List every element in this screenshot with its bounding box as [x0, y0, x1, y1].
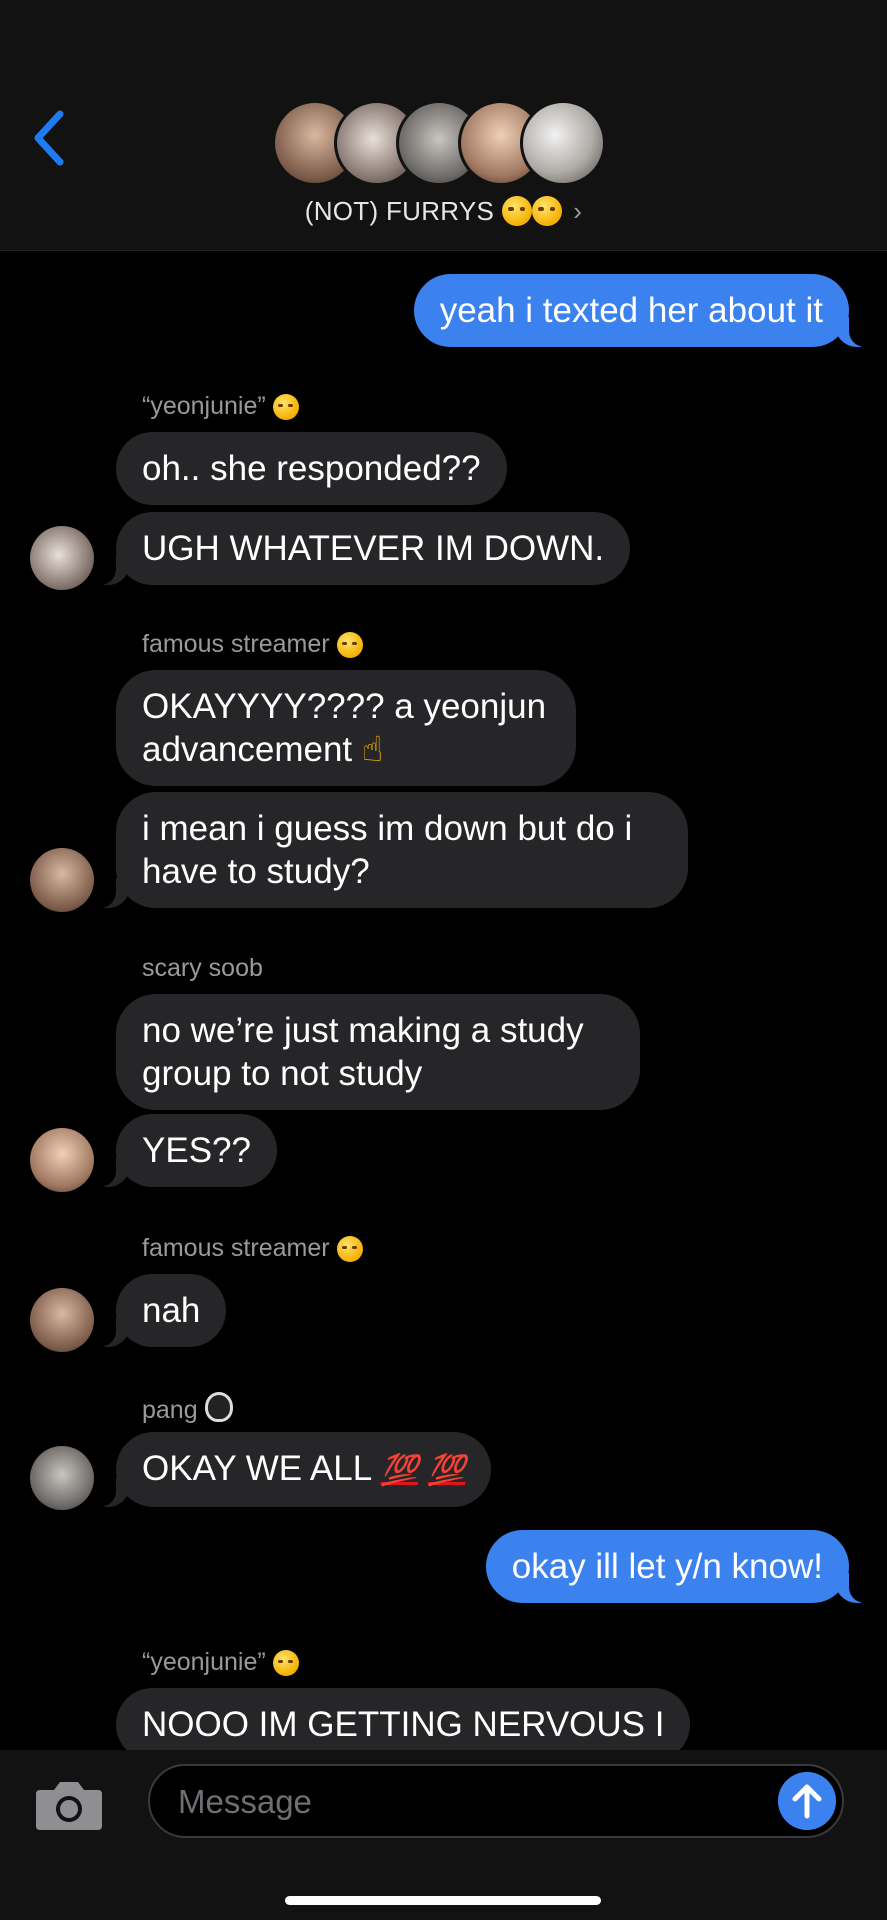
incoming-message[interactable]: YES?? — [94, 1114, 277, 1187]
sender-name: “yeonjunie” — [142, 392, 299, 421]
chevron-right-icon: › — [573, 196, 583, 226]
incoming-message[interactable]: OKAYYYY???? a yeonjun advancement ☝ — [116, 670, 576, 786]
home-indicator[interactable] — [285, 1896, 601, 1905]
raised-eyebrow-face-icon — [272, 1650, 299, 1676]
incoming-message[interactable]: UGH WHATEVER IM DOWN. — [93, 512, 631, 585]
avatar — [520, 100, 606, 186]
incoming-message[interactable]: OKAY WE ALL 💯 💯 — [93, 1432, 492, 1507]
confounded-face-icon — [501, 196, 532, 226]
hundred-points-icon: 💯 — [427, 1454, 466, 1487]
raised-eyebrow-face-icon — [336, 632, 363, 658]
avatar[interactable] — [30, 848, 94, 912]
conversation-header: (NOT) FURRYS › — [0, 0, 887, 251]
penguin-icon — [204, 1392, 233, 1422]
incoming-message[interactable]: NOOO IM GETTING NERVOUS I — [116, 1688, 691, 1750]
avatar[interactable] — [30, 1128, 94, 1192]
outgoing-message[interactable]: yeah i texted her about it — [413, 274, 872, 347]
message-placeholder: Message — [178, 1783, 312, 1820]
incoming-message[interactable]: i mean i guess im down but do i have to … — [94, 792, 688, 908]
message-composer: Message — [0, 1750, 887, 1920]
camera-icon[interactable] — [34, 1776, 104, 1832]
group-name[interactable]: (NOT) FURRYS › — [0, 196, 887, 227]
back-chevron-icon[interactable] — [28, 108, 72, 168]
group-avatar-stack[interactable] — [272, 100, 612, 188]
confounded-face-icon — [531, 196, 562, 226]
message-input[interactable]: Message — [148, 1764, 844, 1838]
send-button[interactable] — [778, 1772, 836, 1830]
hundred-points-icon: 💯 — [380, 1454, 418, 1487]
group-title: (NOT) FURRYS — [304, 196, 495, 226]
incoming-message[interactable]: nah — [93, 1274, 227, 1347]
sender-name: pang — [142, 1392, 233, 1425]
incoming-message[interactable]: no we’re just making a study group to no… — [116, 994, 640, 1110]
sender-name: “yeonjunie” — [142, 1648, 299, 1677]
avatar[interactable] — [30, 1446, 94, 1510]
outgoing-message[interactable]: okay ill let y/n know! — [485, 1530, 872, 1603]
sender-name: famous streamer — [142, 1234, 363, 1263]
index-pointing-up-icon: ☝ — [361, 730, 384, 769]
sender-name: scary soob — [142, 954, 263, 982]
message-list[interactable]: yeah i texted her about it “yeonjunie” o… — [0, 252, 887, 1750]
incoming-message[interactable]: oh.. she responded?? — [116, 432, 507, 505]
avatar[interactable] — [30, 1288, 94, 1352]
sender-name: famous streamer — [142, 630, 363, 659]
avatar[interactable] — [30, 526, 94, 590]
raised-eyebrow-face-icon — [272, 394, 299, 420]
raised-eyebrow-face-icon — [336, 1236, 363, 1262]
